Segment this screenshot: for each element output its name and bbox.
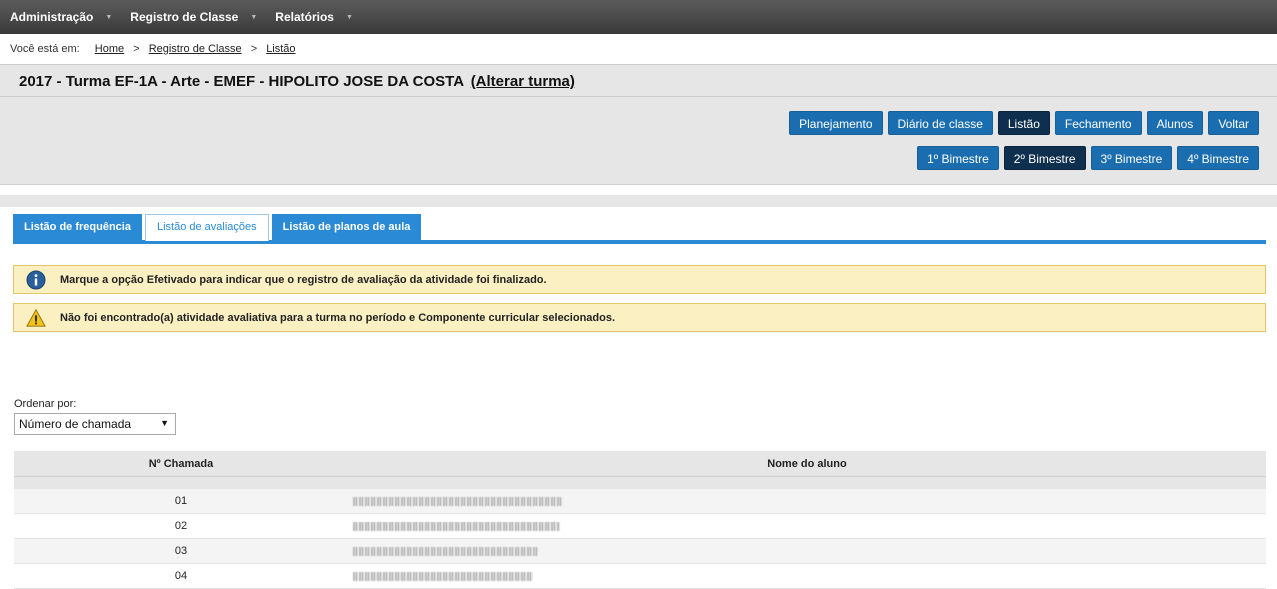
column-header-name: Nome do aluno xyxy=(767,458,847,470)
student-name-redacted xyxy=(348,564,1266,588)
table-row: 03 xyxy=(14,539,1266,564)
divider xyxy=(0,195,1277,207)
order-select-value: Número de chamada xyxy=(19,417,132,431)
bimestre-2-button[interactable]: 2º Bimestre xyxy=(1003,146,1086,170)
section-buttons: Planejamento Diário de classe Listão Fec… xyxy=(789,111,1259,135)
column-header-number: Nº Chamada xyxy=(148,458,214,470)
chevron-down-icon: ▼ xyxy=(250,13,258,21)
chevron-down-icon: ▼ xyxy=(345,13,353,21)
row-number: 01 xyxy=(174,495,188,507)
change-class-link[interactable]: (Alterar turma) xyxy=(471,73,575,90)
breadcrumb-registro-link[interactable]: Registro de Classe xyxy=(149,43,242,55)
breadcrumb-prefix: Você está em: xyxy=(10,43,80,55)
info-alert-text: Marque a opção Efetivado para indicar qu… xyxy=(60,273,547,286)
row-number: 03 xyxy=(174,545,188,557)
table-body: 01 02 03 04 xyxy=(14,489,1266,589)
top-nav: Administração ▼ Registro de Classe ▼ Rel… xyxy=(0,0,1277,34)
students-table: Nº Chamada Nome do aluno 01 02 03 04 xyxy=(14,451,1266,589)
nav-menu-label: Relatórios xyxy=(275,10,334,24)
table-header: Nº Chamada Nome do aluno xyxy=(14,451,1266,477)
table-row: 01 xyxy=(14,489,1266,514)
breadcrumb-separator: > xyxy=(250,43,258,55)
info-alert: Marque a opção Efetivado para indicar qu… xyxy=(13,265,1266,294)
nav-menu-relatorios[interactable]: Relatórios ▼ xyxy=(275,10,353,24)
order-select[interactable]: Número de chamada ▼ xyxy=(14,413,176,435)
warning-alert: Não foi encontrado(a) atividade avaliati… xyxy=(13,303,1266,332)
nav-menu-registro-de-classe[interactable]: Registro de Classe ▼ xyxy=(130,10,257,24)
warning-alert-text: Não foi encontrado(a) atividade avaliati… xyxy=(60,311,616,324)
nav-menu-label: Administração xyxy=(10,10,94,24)
nav-menu-label: Registro de Classe xyxy=(130,10,239,24)
page-title: 2017 - Turma EF-1A - Arte - EMEF - HIPOL… xyxy=(19,73,464,90)
tab-listao-frequencia[interactable]: Listão de frequência xyxy=(13,214,142,240)
table-row: 02 xyxy=(14,514,1266,539)
bimestre-3-button[interactable]: 3º Bimestre xyxy=(1090,146,1173,170)
student-name-redacted xyxy=(348,514,1266,538)
tab-listao-avaliacoes[interactable]: Listão de avaliações xyxy=(144,214,269,241)
info-icon xyxy=(26,270,46,290)
bimestre-4-button[interactable]: 4º Bimestre xyxy=(1177,146,1259,170)
tab-listao-planos-aula[interactable]: Listão de planos de aula xyxy=(271,214,422,240)
student-name-redacted xyxy=(348,539,1266,563)
chevron-down-icon: ▼ xyxy=(105,13,113,21)
table-spacer xyxy=(14,477,1266,489)
action-toolbar: Planejamento Diário de classe Listão Fec… xyxy=(0,97,1277,185)
class-header: 2017 - Turma EF-1A - Arte - EMEF - HIPOL… xyxy=(0,64,1277,97)
breadcrumb-listao-link[interactable]: Listão xyxy=(266,43,295,55)
chevron-down-icon: ▼ xyxy=(160,418,169,428)
listao-button[interactable]: Listão xyxy=(997,111,1050,135)
breadcrumb: Você está em: Home > Registro de Classe … xyxy=(10,43,298,55)
diario-de-classe-button[interactable]: Diário de classe xyxy=(887,111,993,135)
warning-icon xyxy=(26,308,46,328)
student-name-redacted xyxy=(348,489,1266,513)
breadcrumb-separator: > xyxy=(133,43,140,55)
fechamento-button[interactable]: Fechamento xyxy=(1054,111,1142,135)
row-number: 02 xyxy=(174,520,188,532)
bimestre-1-button[interactable]: 1º Bimestre xyxy=(917,146,999,170)
nav-menu-administracao[interactable]: Administração ▼ xyxy=(10,10,112,24)
bimester-buttons: 1º Bimestre 2º Bimestre 3º Bimestre 4º B… xyxy=(917,146,1259,170)
order-label: Ordenar por: xyxy=(14,398,77,410)
voltar-button[interactable]: Voltar xyxy=(1208,111,1259,135)
breadcrumb-home-link[interactable]: Home xyxy=(95,43,124,55)
table-row: 04 xyxy=(14,564,1266,589)
planejamento-button[interactable]: Planejamento xyxy=(789,111,883,135)
alunos-button[interactable]: Alunos xyxy=(1146,111,1204,135)
row-number: 04 xyxy=(174,570,188,582)
tab-bar: Listão de frequência Listão de avaliaçõe… xyxy=(13,214,1266,244)
